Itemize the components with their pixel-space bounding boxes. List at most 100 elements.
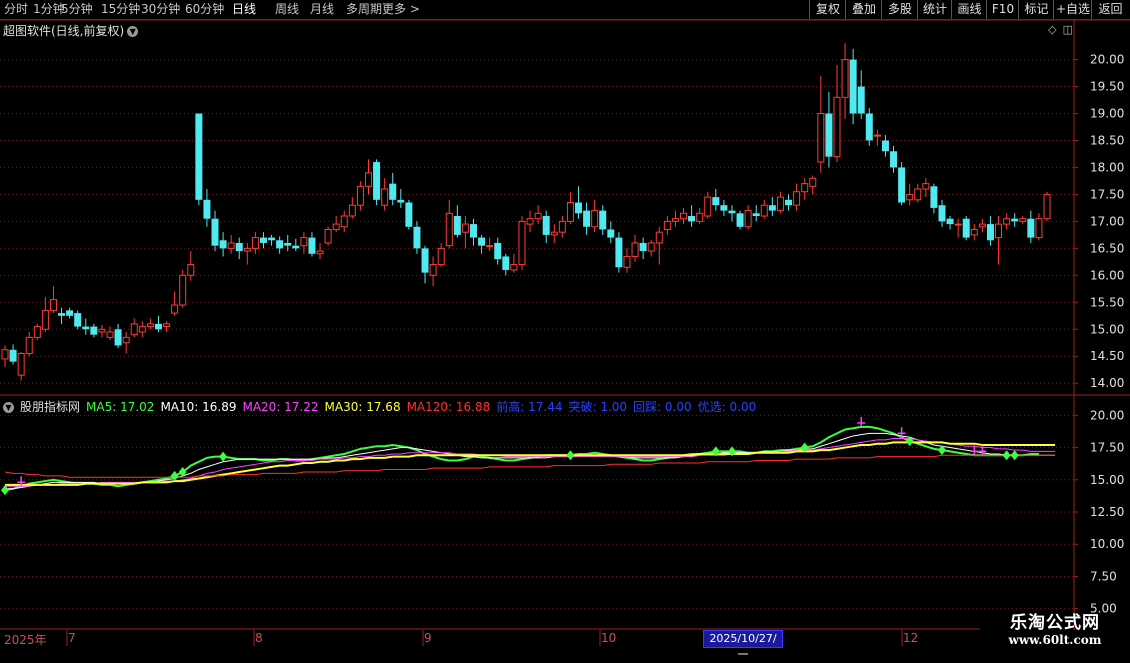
watermark: 乐淘公式网 www.60lt.com	[985, 608, 1125, 647]
selected-date-label: 2025/10/27/一	[703, 630, 783, 661]
candle-body	[809, 177, 817, 187]
candle-body	[259, 237, 267, 243]
candle-body	[817, 113, 825, 163]
candle-body	[397, 199, 405, 203]
candle-body	[25, 336, 33, 355]
date-tick-label: 2025年	[4, 633, 47, 647]
candle-body	[219, 240, 227, 249]
candle-body	[946, 218, 954, 225]
candle-body	[316, 250, 324, 255]
candle-body	[66, 310, 74, 316]
candle-body	[445, 212, 453, 247]
date-tick-label: 8	[255, 631, 263, 645]
candle-body	[187, 264, 195, 276]
candle-body	[881, 140, 889, 152]
candle-body	[865, 113, 873, 141]
candle-body	[243, 247, 251, 252]
candle-body	[591, 210, 599, 228]
candle-body	[631, 242, 639, 257]
candle-body	[340, 215, 348, 228]
price-tick-label: 14.00	[1090, 376, 1124, 390]
candle-body	[760, 204, 768, 217]
price-tick-label: 17.00	[1090, 214, 1124, 228]
candle-body	[33, 326, 41, 338]
candle-body	[235, 242, 243, 252]
candle-body	[575, 202, 583, 214]
candle-body	[332, 223, 340, 230]
price-tick-label: 16.50	[1090, 241, 1124, 255]
candle-body	[833, 96, 841, 158]
candle-body	[494, 242, 502, 260]
candle-body	[680, 212, 688, 220]
candle-body	[146, 323, 154, 328]
candle-body	[736, 213, 744, 227]
chart-canvas[interactable]: 20.00 19.50 19.00 18.50 18.00 17.50 17.00 16.50…	[0, 0, 1130, 650]
candle-body	[90, 326, 98, 335]
indicator-tick-label: 15.00	[1090, 473, 1124, 487]
candle-body	[308, 237, 316, 254]
candle-body	[801, 183, 809, 193]
candle-body	[324, 228, 332, 244]
candle-body	[171, 304, 179, 314]
candle-body	[9, 349, 17, 362]
candle-body	[647, 242, 655, 252]
price-tick-label: 18.50	[1090, 133, 1124, 147]
candle-body	[607, 229, 615, 238]
candle-body	[962, 218, 970, 238]
candle-body	[970, 228, 978, 236]
candle-body	[478, 237, 486, 246]
price-tick-label: 15.00	[1090, 322, 1124, 336]
candle-body	[704, 196, 712, 217]
candle-body	[639, 242, 647, 252]
candle-body	[179, 274, 187, 306]
candle-body	[785, 199, 793, 206]
green-diamond-marker	[905, 436, 914, 447]
candle-body	[849, 59, 857, 114]
candle-body	[421, 248, 429, 273]
candle-body	[696, 212, 704, 222]
candle-body	[857, 86, 865, 114]
candle-body	[41, 309, 49, 330]
indicator-tick-label: 17.50	[1090, 441, 1124, 455]
candle-body	[986, 224, 994, 241]
candle-body	[712, 197, 720, 206]
candle-body	[74, 313, 82, 327]
candle-body	[1, 349, 9, 360]
candle-body	[211, 218, 219, 246]
candle-body	[752, 213, 760, 216]
candle-body	[268, 237, 276, 241]
candle-body	[995, 223, 1003, 239]
candle-body	[1035, 218, 1043, 239]
candle-body	[203, 199, 211, 219]
candle-body	[405, 202, 413, 227]
green-diamond-marker	[566, 450, 575, 461]
indicator-tick-label: 7.50	[1090, 569, 1117, 583]
candle-body	[373, 162, 381, 200]
candle-body	[469, 224, 477, 238]
candle-body	[768, 205, 776, 211]
candle-body	[1003, 218, 1011, 225]
date-tick-label: 9	[424, 631, 432, 645]
candle-body	[163, 323, 171, 328]
candle-body	[251, 237, 259, 249]
candle-body	[938, 205, 946, 222]
candle-body	[550, 231, 558, 236]
candle-body	[510, 264, 518, 271]
candle-body	[841, 59, 849, 98]
candle-body	[461, 223, 469, 233]
watermark-url: www.60lt.com	[1008, 633, 1102, 647]
candle-body	[154, 323, 162, 330]
candle-body	[898, 167, 906, 203]
candle-body	[138, 326, 146, 333]
candle-body	[356, 185, 364, 206]
price-tick-label: 19.50	[1090, 80, 1124, 94]
candle-body	[526, 218, 534, 225]
candle-body	[122, 336, 130, 344]
candle-body	[82, 326, 90, 330]
date-tick-label: 7	[68, 631, 76, 645]
date-axis: 2025年 7 8 9 10 12	[0, 630, 980, 650]
candle-body	[922, 183, 930, 190]
candle-body	[58, 313, 66, 316]
candle-body	[914, 188, 922, 201]
green-diamond-marker	[219, 451, 228, 462]
